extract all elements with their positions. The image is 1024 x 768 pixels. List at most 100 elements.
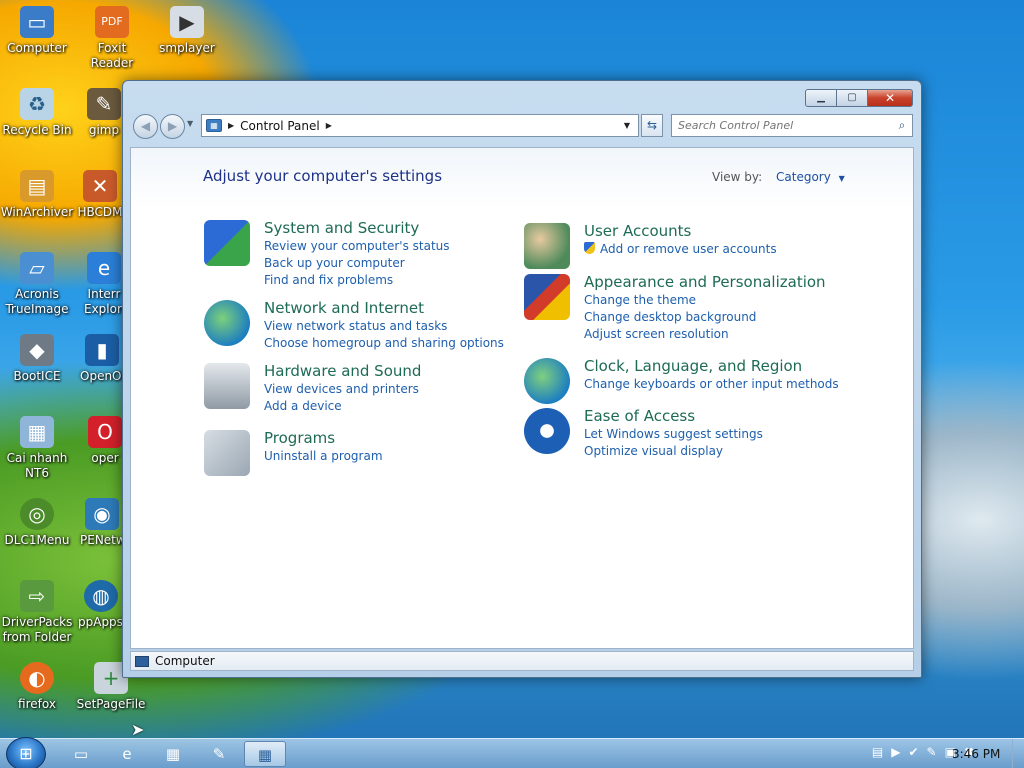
page-title: Adjust your computer's settings [203,167,443,185]
link-add-device[interactable]: Add a device [264,398,421,415]
tool-icon: ✎ [212,745,226,763]
tray-app-icon[interactable]: ▤ [872,745,883,759]
link-homegroup[interactable]: Choose homegroup and sharing options [264,335,504,352]
category-title-programs[interactable]: Programs [264,428,383,448]
desktop-icon-hbcdm[interactable]: ✕ HBCDM [77,170,123,220]
taskbar: ⊞ ▭ e ▦ ✎ ▦ ▤ ▶ ✔ ✎ ▣ ✖ 3:46 PM [0,737,1024,768]
display-icon [524,274,570,320]
taskbar-explorer[interactable]: ▭ [60,741,102,767]
start-button[interactable]: ⊞ [6,737,46,768]
category-title-network-internet[interactable]: Network and Internet [264,298,504,318]
desktop-icon-computer[interactable]: ▭ Computer [0,6,74,56]
view-by-category-dropdown[interactable]: Category [776,170,831,184]
programs-icon [204,430,250,476]
view-by-label: View by: [712,170,763,184]
taskbar-app-2[interactable]: ✎ [198,741,240,767]
desktop-icon-penetwork[interactable]: ◉ PENetw [80,498,126,548]
close-button[interactable]: ✕ [867,89,913,107]
archive-icon: ▤ [20,170,54,202]
tray-media-icon[interactable]: ▶ [891,745,900,759]
link-optimize-display[interactable]: Optimize visual display [584,443,763,460]
uac-shield-icon [584,242,595,254]
desktop-icon-openoffice[interactable]: ▮ OpenOf [80,334,126,384]
maximize-button[interactable]: ▢ [836,89,868,107]
recent-pages-dropdown[interactable]: ▼ [187,119,193,128]
link-network-status[interactable]: View network status and tasks [264,318,504,335]
minimize-icon: ▁ [817,92,825,103]
desktop-icon-foxit-reader[interactable]: PDF Foxit Reader [75,6,149,71]
minimize-button[interactable]: ▁ [805,89,837,107]
forward-button[interactable]: ▶ [160,114,185,139]
desktop-icon-acronis[interactable]: ▱ Acronis TrueImage [0,252,74,317]
tray-tool-icon[interactable]: ✎ [927,745,937,759]
gimp-icon: ✎ [87,88,121,120]
taskbar-control-panel[interactable]: ▦ [244,741,286,767]
close-icon: ✕ [884,91,896,105]
desktop-icon-smplayer[interactable]: ▶ smplayer [150,6,224,56]
category-programs: Programs Uninstall a program [204,428,383,476]
chevron-down-icon[interactable]: ▼ [839,174,845,183]
category-title-system-security[interactable]: System and Security [264,218,450,238]
office-icon: ▮ [85,334,119,366]
recycle-bin-icon: ♻ [20,88,54,120]
internet-explorer-icon: e [122,745,132,763]
desktop-icon-opera[interactable]: O oper [86,416,124,466]
category-system-security: System and Security Review your computer… [204,218,450,289]
refresh-button[interactable]: ⇆ [641,114,663,137]
desktop-icon-bootice[interactable]: ◆ BootICE [0,334,74,384]
category-title-user-accounts[interactable]: User Accounts [584,221,777,241]
address-dropdown-icon[interactable]: ▼ [624,121,630,130]
category-title-ease-of-access[interactable]: Ease of Access [584,406,763,426]
address-bar[interactable]: ▦ ▶ Control Panel ▶ ▼ [201,114,639,137]
taskbar-clock[interactable]: 3:46 PM [952,747,1000,761]
desktop-icon-winarchiver[interactable]: ▤ WinArchiver [0,170,74,220]
link-uninstall[interactable]: Uninstall a program [264,448,383,465]
taskbar-internet-explorer[interactable]: e [106,741,148,767]
search-input[interactable] [672,115,892,136]
menu-icon: ◎ [20,498,54,530]
control-panel-window[interactable]: ▁ ▢ ✕ ◀ ▶ ▼ ▦ ▶ Control Panel ▶ ▼ ⇆ ⌕ Ad… [122,80,922,678]
link-keyboards[interactable]: Change keyboards or other input methods [584,376,839,393]
link-find-fix[interactable]: Find and fix problems [264,272,450,289]
breadcrumb-arrow-icon[interactable]: ▶ [326,121,332,130]
desktop-icon-cai-nhanh[interactable]: ▦ Cai nhanh NT6 [0,416,74,481]
link-devices-printers[interactable]: View devices and printers [264,381,421,398]
mouse-cursor-icon: ➤ [131,720,145,739]
link-review-status[interactable]: Review your computer's status [264,238,450,255]
network-globe-icon [204,300,250,346]
desktop-icon-internet-explorer[interactable]: e Interr Explore [84,252,129,317]
desktop-icon-dlc1menu[interactable]: ◎ DLC1Menu [0,498,74,548]
breadcrumb-control-panel[interactable]: Control Panel [240,119,320,133]
show-desktop-button[interactable] [1012,739,1024,768]
category-ease-of-access: Ease of Access Let Windows suggest setti… [524,406,763,460]
category-clock-language-region: Clock, Language, and Region Change keybo… [524,356,839,404]
apps-icon: ◍ [84,580,118,612]
desktop-icon-recycle-bin[interactable]: ♻ Recycle Bin [0,88,74,138]
taskbar-app[interactable]: ▦ [152,741,194,767]
control-panel-icon: ▦ [206,119,222,132]
link-suggest-settings[interactable]: Let Windows suggest settings [584,426,763,443]
link-desktop-background[interactable]: Change desktop background [584,309,826,326]
link-add-remove-users[interactable]: Add or remove user accounts [584,241,777,258]
link-back-up[interactable]: Back up your computer [264,255,450,272]
installer-icon: ▦ [20,416,54,448]
network-icon: ◉ [85,498,119,530]
desktop-icon-firefox[interactable]: ◐ firefox [0,662,74,712]
tray-security-icon[interactable]: ✔ [908,745,918,759]
link-change-theme[interactable]: Change the theme [584,292,826,309]
computer-icon: ▭ [20,6,54,38]
category-title-appearance[interactable]: Appearance and Personalization [584,272,826,292]
desktop-icon-gimp[interactable]: ✎ gimp [84,88,124,138]
search-icon[interactable]: ⌕ [892,118,912,133]
category-title-clock-language-region[interactable]: Clock, Language, and Region [584,356,839,376]
back-button[interactable]: ◀ [133,114,158,139]
category-title-hardware-sound[interactable]: Hardware and Sound [264,361,421,381]
breadcrumb-arrow-icon[interactable]: ▶ [228,121,234,130]
app-icon: ▦ [165,745,181,763]
search-box[interactable]: ⌕ [671,114,913,137]
desktop-icon-ppapps[interactable]: ◍ ppAppsV [78,580,131,630]
link-screen-resolution[interactable]: Adjust screen resolution [584,326,826,343]
desktop-icon-driverpacks[interactable]: ⇨ DriverPacks from Folder [0,580,74,645]
tools-icon: ✕ [83,170,117,202]
control-panel-content: Adjust your computer's settings View by:… [130,147,914,649]
